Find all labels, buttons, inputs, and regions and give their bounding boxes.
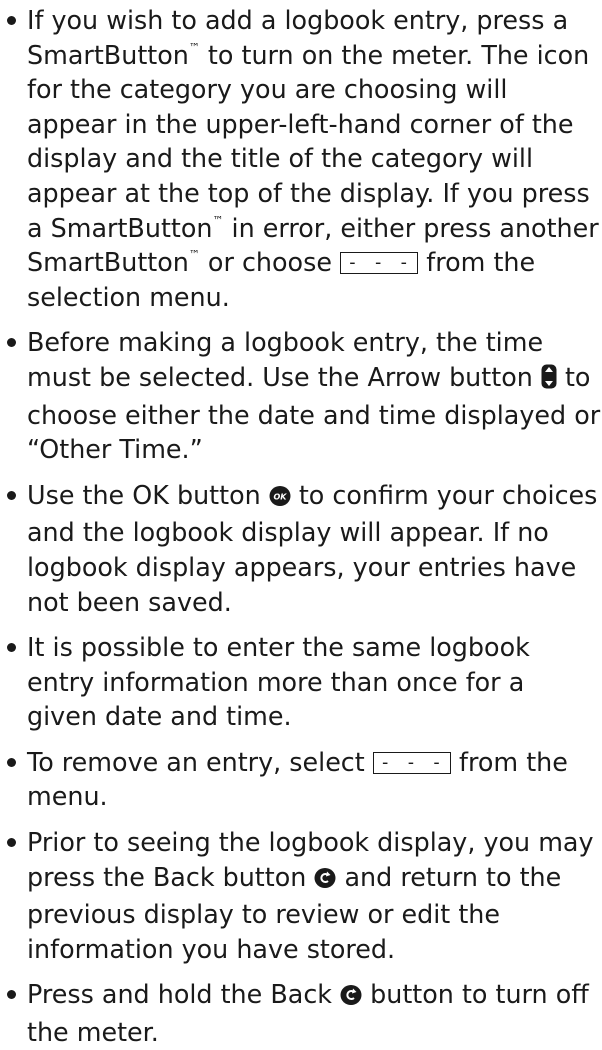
list-item: Press and hold the Back button to turn o… xyxy=(0,977,602,1049)
trademark-symbol: ™ xyxy=(188,40,200,54)
text: Use the OK button xyxy=(27,479,269,510)
text: Press and hold the Back xyxy=(27,979,341,1010)
list-item: It is possible to enter the same logbook… xyxy=(0,630,602,734)
list-item: Before making a logbook entry, the time … xyxy=(0,325,602,466)
page: If you wish to add a logbook entry, pres… xyxy=(0,0,602,1047)
dash-menu-option: - - - xyxy=(340,252,419,275)
list-item: Prior to seeing the logbook display, you… xyxy=(0,825,602,966)
text: Before making a logbook entry, the time … xyxy=(27,327,544,392)
back-button-icon xyxy=(314,863,336,898)
arrow-button-icon xyxy=(541,363,557,398)
text: It is possible to enter the same logbook… xyxy=(27,632,530,732)
text: or choose xyxy=(199,247,341,278)
list-item: To remove an entry, select - - - from th… xyxy=(0,745,602,814)
ok-icon-label: OK xyxy=(273,492,287,501)
instruction-list: If you wish to add a logbook entry, pres… xyxy=(0,0,602,1050)
dash-menu-option: - - - xyxy=(372,751,451,774)
text: To remove an entry, select xyxy=(27,746,373,777)
trademark-symbol: ™ xyxy=(212,213,224,227)
list-item: Use the OK button OK to confirm your cho… xyxy=(0,478,602,619)
trademark-symbol: ™ xyxy=(188,248,200,262)
ok-button-icon: OK xyxy=(269,481,291,516)
back-button-icon xyxy=(340,980,362,1015)
list-item: If you wish to add a logbook entry, pres… xyxy=(0,3,602,314)
